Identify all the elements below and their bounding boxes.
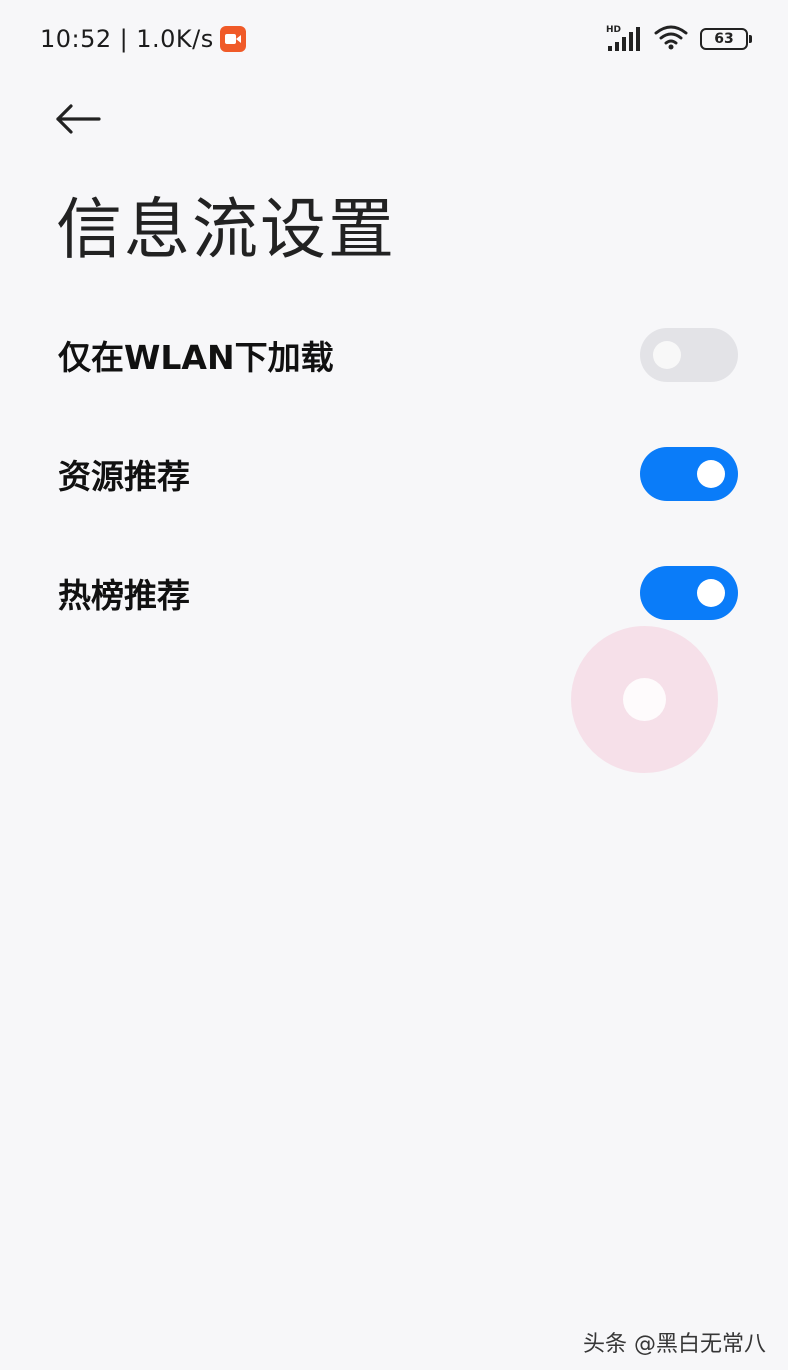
watermark: 头条 @黑白无常八 bbox=[583, 1332, 766, 1357]
battery-icon: 63 bbox=[700, 28, 752, 50]
hot-list-recommend-toggle[interactable] bbox=[640, 566, 738, 620]
network-speed: 1.0K/s bbox=[136, 25, 214, 53]
setting-label: 热榜推荐 bbox=[58, 576, 190, 615]
status-bar: 10:52 | 1.0K/s HD 63 bbox=[0, 0, 788, 78]
wlan-only-toggle[interactable] bbox=[640, 328, 738, 382]
battery-tip bbox=[749, 35, 752, 43]
setting-label: 仅在WLAN下加载 bbox=[58, 338, 334, 377]
status-separator: | bbox=[119, 25, 129, 53]
battery-level: 63 bbox=[700, 28, 748, 50]
status-right: HD 63 bbox=[606, 22, 752, 56]
setting-label: 资源推荐 bbox=[58, 457, 190, 496]
cellular-signal-icon: HD bbox=[606, 25, 642, 53]
wifi-icon bbox=[654, 24, 688, 54]
setting-row-wlan-only[interactable]: 仅在WLAN下加载 bbox=[0, 305, 788, 405]
resource-recommend-toggle[interactable] bbox=[640, 447, 738, 501]
status-left: 10:52 | 1.0K/s bbox=[40, 22, 246, 56]
setting-row-resource-recommend[interactable]: 资源推荐 bbox=[0, 424, 788, 524]
setting-row-hot-list-recommend[interactable]: 热榜推荐 bbox=[0, 543, 788, 643]
touch-indicator-center bbox=[623, 678, 666, 721]
toggle-knob bbox=[697, 579, 725, 607]
toggle-knob bbox=[653, 341, 681, 369]
page-title: 信息流设置 bbox=[56, 191, 396, 268]
video-record-icon bbox=[219, 26, 246, 52]
status-time: 10:52 bbox=[40, 25, 112, 53]
toggle-knob bbox=[697, 460, 725, 488]
back-button[interactable] bbox=[50, 98, 106, 144]
arrow-left-icon bbox=[55, 104, 101, 138]
touch-indicator bbox=[571, 626, 718, 773]
